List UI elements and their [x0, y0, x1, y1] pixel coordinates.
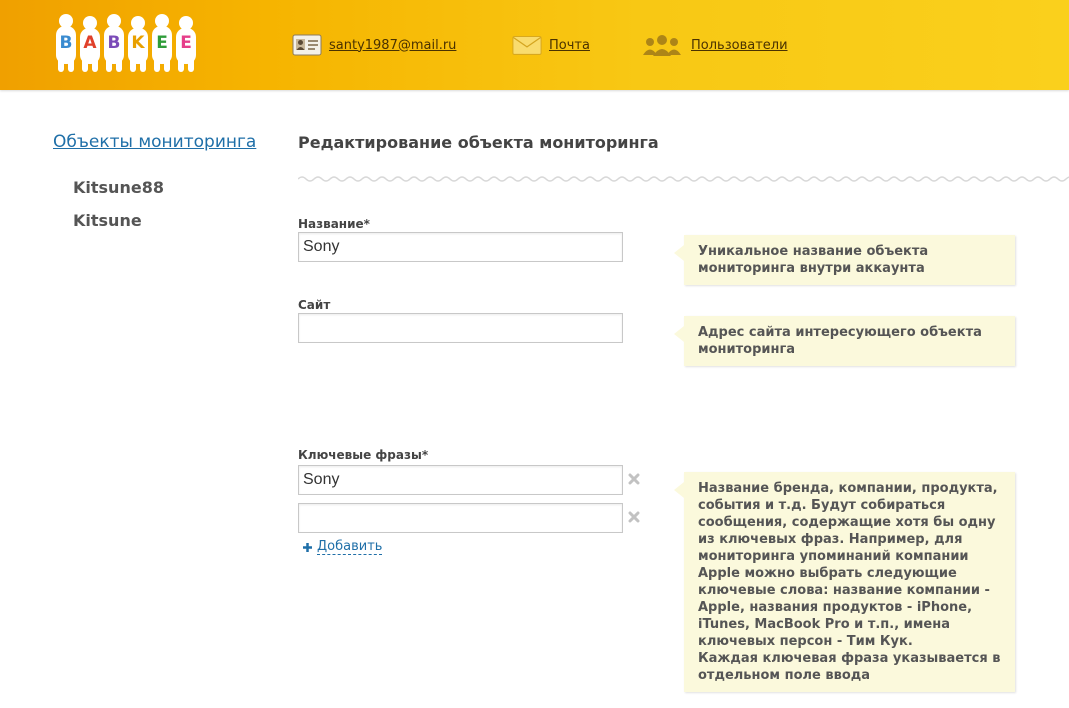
page-title: Редактирование объекта мониторинга	[298, 133, 659, 152]
remove-keyword-2-icon[interactable]	[627, 510, 641, 524]
nav-mail[interactable]: Почта	[512, 32, 590, 58]
logo-letter: B	[60, 33, 73, 53]
logo-letter: B	[108, 33, 121, 53]
sidebar-item-kitsune[interactable]: Kitsune	[73, 211, 142, 230]
keyword-input-2[interactable]	[298, 503, 623, 533]
site-input[interactable]	[298, 313, 623, 343]
users-icon	[643, 35, 681, 56]
site-label: Сайт	[298, 298, 331, 312]
add-keyword-label[interactable]: Добавить	[317, 540, 383, 555]
nav-users[interactable]: Пользователи	[640, 32, 788, 58]
sidebar-item-kitsune88[interactable]: Kitsune88	[73, 178, 164, 197]
name-input[interactable]	[298, 232, 623, 262]
logo-letter: K	[131, 33, 145, 53]
remove-keyword-1-icon[interactable]	[627, 472, 641, 486]
keyword-input-1[interactable]	[298, 465, 623, 495]
mail-envelope-icon	[512, 36, 542, 55]
keywords-label: Ключевые фразы*	[298, 448, 429, 462]
logo-letter: E	[156, 33, 168, 53]
profile-card-icon	[292, 34, 322, 56]
wavy-divider	[298, 176, 1069, 182]
users-link[interactable]: Пользователи	[691, 38, 788, 53]
keywords-hint: Название бренда, компании, продукта, соб…	[674, 472, 1015, 692]
logo-letter: E	[180, 33, 192, 53]
name-label: Название*	[298, 217, 370, 231]
plus-icon	[303, 543, 312, 552]
header-bar: B A B K E E santy1987@mail.ru Почта Поль…	[0, 0, 1069, 90]
logo-letter: A	[83, 33, 97, 53]
name-hint: Уникальное название объекта мониторинга …	[674, 235, 1015, 285]
logo-icon[interactable]: B A B K E E	[52, 12, 207, 74]
profile-email-link[interactable]: santy1987@mail.ru	[329, 38, 456, 53]
add-keyword-button[interactable]: Добавить	[302, 540, 383, 555]
mail-link[interactable]: Почта	[549, 38, 590, 53]
site-hint: Адрес сайта интересующего объекта монито…	[674, 316, 1015, 366]
sidebar-title-link[interactable]: Объекты мониторинга	[53, 132, 256, 152]
nav-profile[interactable]: santy1987@mail.ru	[292, 32, 456, 58]
